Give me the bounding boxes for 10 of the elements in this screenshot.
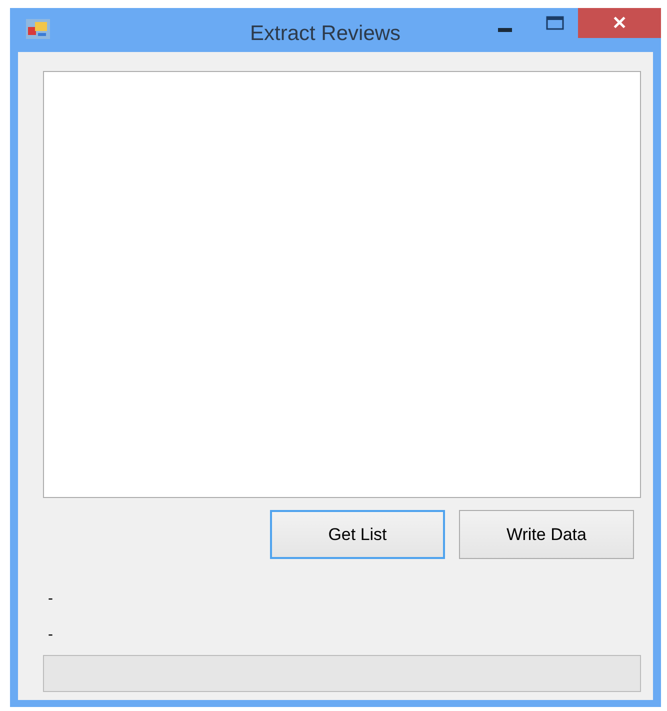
list-box[interactable]	[43, 71, 641, 498]
action-button[interactable]: Write Data	[459, 510, 634, 559]
status-label: -	[48, 592, 53, 606]
close-button[interactable]: ✕	[578, 8, 661, 38]
maximize-button[interactable]	[546, 16, 564, 30]
status-label: -	[48, 628, 53, 642]
minimize-button[interactable]	[498, 28, 512, 32]
window-title: Extract Reviews	[250, 21, 401, 47]
app-icon	[26, 19, 50, 39]
action-button[interactable]: Get List	[270, 510, 445, 559]
